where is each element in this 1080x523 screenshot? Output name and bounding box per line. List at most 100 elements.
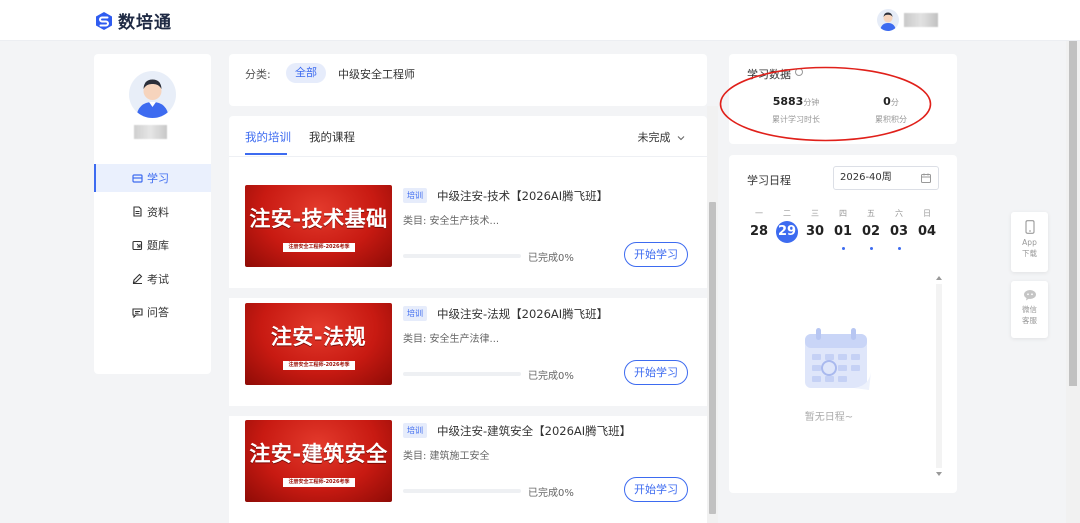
points-label: 累积积分 <box>875 115 907 124</box>
day-cell[interactable]: 五 02 <box>860 208 882 250</box>
week-value: 2026-40周 <box>840 172 892 183</box>
start-learning-button[interactable]: 开始学习 <box>624 360 688 385</box>
course-category: 类目: 建筑施工安全 <box>403 451 490 462</box>
day-number: 30 <box>805 224 825 239</box>
day-of-week: 二 <box>783 209 791 218</box>
cover-subtitle: 注册安全工程师-2026考季 <box>283 478 355 487</box>
points-stat: 0分 累积积分 <box>846 94 936 125</box>
week-picker[interactable]: 2026-40周 <box>833 166 939 190</box>
scroll-down-arrow-icon[interactable] <box>936 472 942 476</box>
filter-chip-all[interactable]: 全部 <box>286 63 326 83</box>
sidebar-item-qa[interactable]: 问答 <box>94 298 211 326</box>
course-category: 类目: 安全生产技术... <box>403 216 500 227</box>
event-dot <box>869 247 873 250</box>
profile-name-blurred <box>134 125 167 139</box>
tab-my-training[interactable]: 我的培训 <box>245 129 291 145</box>
course-divider <box>229 288 707 298</box>
course-title[interactable]: 中级注安-建筑安全【2026AI腾飞班】 <box>437 423 631 439</box>
day-of-week: 四 <box>839 209 847 218</box>
day-cell[interactable]: 六 03 <box>888 208 910 250</box>
course-title[interactable]: 中级注安-技术【2026AI腾飞班】 <box>437 188 608 204</box>
empty-calendar-illustration <box>805 328 871 390</box>
chevron-down-icon <box>677 136 685 141</box>
filter-option-safety-engineer[interactable]: 中级安全工程师 <box>338 66 415 82</box>
profile-avatar[interactable] <box>129 71 176 118</box>
app-logo[interactable]: 数培通 <box>94 8 172 33</box>
wechat-icon <box>1023 290 1036 301</box>
course-card[interactable]: 注安-技术基础 注册安全工程师-2026考季 培训 中级注安-技术【2026AI… <box>245 185 690 269</box>
top-bar: 数培通 <box>0 0 1080 41</box>
event-dot <box>814 247 817 250</box>
study-duration-label: 累计学习时长 <box>772 115 820 124</box>
sidebar-item-question-bank[interactable]: 题库 <box>94 231 211 259</box>
course-card[interactable]: 注安-法规 注册安全工程师-2026考季 培训 中级注安-法规【2026AI腾飞… <box>245 303 690 387</box>
course-divider <box>229 406 707 416</box>
sidebar-item-study[interactable]: 学习 <box>94 164 211 192</box>
phone-icon <box>1024 220 1035 234</box>
status-filter-label: 未完成 <box>637 131 671 144</box>
course-type-tag: 培训 <box>403 306 427 321</box>
week-day-strip: 一 28 二 29 三 30 四 01 五 02 六 03 日 04 <box>748 208 938 250</box>
schedule-title: 学习日程 <box>747 174 791 187</box>
avatar-icon <box>880 12 896 31</box>
start-learning-button[interactable]: 开始学习 <box>624 477 688 502</box>
sidebar-item-label: 学习 <box>147 172 169 185</box>
wechat-service-button[interactable]: 微信 客服 <box>1011 281 1048 338</box>
event-dot <box>926 247 929 250</box>
cover-title: 注安-建筑安全 <box>249 442 388 466</box>
day-cell[interactable]: 四 01 <box>832 208 854 250</box>
scrollbar-track[interactable] <box>936 284 942 468</box>
sidebar-item-label: 题库 <box>147 239 169 252</box>
page-scrollbar[interactable] <box>1066 41 1080 523</box>
status-filter-dropdown[interactable]: 未完成 <box>638 129 686 145</box>
start-learning-button[interactable]: 开始学习 <box>624 242 688 267</box>
float-label: 客服 <box>1022 316 1037 325</box>
scrollbar-thumb[interactable] <box>709 202 716 514</box>
app-download-button[interactable]: App 下载 <box>1011 212 1048 272</box>
study-duration-stat: 5883分钟 累计学习时长 <box>751 94 841 125</box>
avatar-icon <box>136 79 169 118</box>
course-cover-image[interactable]: 注安-建筑安全 注册安全工程师-2026考季 <box>245 420 392 502</box>
event-dot <box>841 247 845 250</box>
app-name: 数培通 <box>118 13 172 33</box>
day-of-week: 六 <box>895 209 903 218</box>
document-icon <box>133 206 142 217</box>
user-name-blurred <box>904 13 938 27</box>
logo-icon <box>96 11 112 30</box>
info-icon[interactable] <box>795 68 803 76</box>
day-cell[interactable]: 日 04 <box>916 208 938 250</box>
tab-my-courses[interactable]: 我的课程 <box>309 129 355 145</box>
study-schedule-panel: 学习日程 2026-40周 一 28 二 29 三 30 四 01 五 02 六 03 日 0… <box>729 155 957 493</box>
progress-text: 已完成0% <box>528 253 574 264</box>
float-label: App <box>1022 238 1037 247</box>
day-cell-today[interactable]: 二 29 <box>776 208 798 250</box>
scroll-up-arrow-icon[interactable] <box>936 276 942 280</box>
cover-subtitle: 注册安全工程师-2026考季 <box>283 361 355 370</box>
course-cover-image[interactable]: 注安-法规 注册安全工程师-2026考季 <box>245 303 392 385</box>
filter-label: 分类: <box>245 68 271 81</box>
sidebar-item-materials[interactable]: 资料 <box>94 198 211 226</box>
question-bank-icon <box>132 240 143 250</box>
course-card[interactable]: 注安-建筑安全 注册安全工程师-2026考季 培训 中级注安-建筑安全【2026… <box>245 420 690 504</box>
course-list-scrollbar[interactable] <box>707 106 718 523</box>
progress-bar <box>403 489 521 493</box>
event-dot <box>786 247 789 250</box>
user-avatar[interactable] <box>877 9 899 31</box>
day-cell[interactable]: 一 28 <box>748 208 770 250</box>
sidebar-item-exam[interactable]: 考试 <box>94 265 211 293</box>
day-number: 28 <box>749 224 769 239</box>
course-type-tag: 培训 <box>403 188 427 203</box>
study-icon <box>132 173 143 183</box>
cover-title: 注安-法规 <box>270 325 367 349</box>
schedule-scrollbar[interactable] <box>935 274 943 478</box>
course-cover-image[interactable]: 注安-技术基础 注册安全工程师-2026考季 <box>245 185 392 267</box>
day-number: 01 <box>833 224 853 239</box>
scrollbar-thumb[interactable] <box>1069 41 1077 386</box>
day-number: 04 <box>917 224 937 239</box>
day-of-week: 三 <box>811 209 819 218</box>
sidebar-item-label: 资料 <box>147 205 169 219</box>
course-title[interactable]: 中级注安-法规【2026AI腾飞班】 <box>437 306 608 322</box>
day-cell[interactable]: 三 30 <box>804 208 826 250</box>
day-number: 02 <box>861 224 881 239</box>
tabs-divider <box>229 156 707 157</box>
